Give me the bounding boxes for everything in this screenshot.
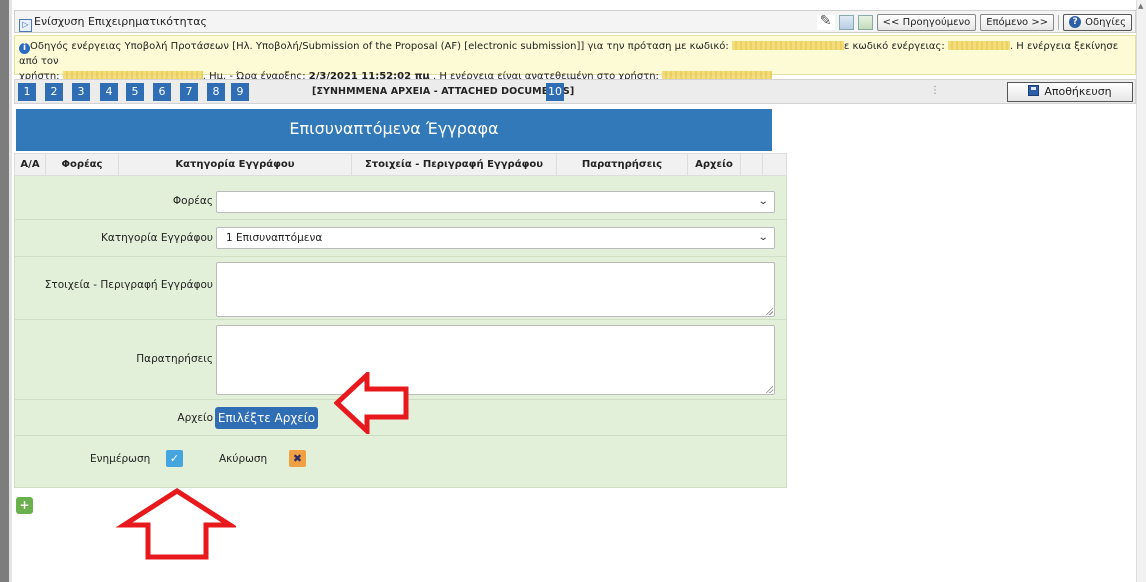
step-10[interactable]: 10: [546, 83, 564, 101]
step-9[interactable]: 9: [231, 83, 249, 101]
save-button-label: Αποθήκευση: [1044, 85, 1112, 98]
toolbar: ✎ << Προηγούμενο Επόμενο >> ? Οδηγίες: [816, 13, 1132, 31]
row-divider: [15, 319, 786, 320]
foreas-label: Φορέας: [172, 195, 213, 207]
notes-label: Παρατηρήσεις: [136, 353, 213, 365]
choose-file-button[interactable]: Επιλέξτε Αρχείο: [215, 407, 318, 429]
description-textarea[interactable]: [216, 262, 775, 317]
row-divider: [15, 256, 786, 257]
update-label: Ενημέρωση: [90, 453, 151, 465]
column-header-description: Στοιχεία - Περιγραφή Εγγράφου: [352, 154, 557, 175]
step-bar-divider: ⋮: [930, 85, 940, 96]
app-icon: ▷: [19, 19, 32, 32]
scroll-up-arrow-icon[interactable]: ▲: [1138, 2, 1143, 10]
column-header-file: Αρχείο: [688, 154, 741, 175]
window-title-text: Ενίσχυση Επιχειρηματικότητας: [34, 15, 207, 28]
step-navigation: 1 2 3 4 5 6 7 8 9 [ΣΥΝΗΜΜΕΝΑ ΑΡΧΕΙΑ - AT…: [14, 79, 1136, 104]
step-2[interactable]: 2: [45, 83, 63, 101]
notes-textarea[interactable]: [216, 325, 775, 395]
red-arrow-left-annotation: [334, 372, 409, 434]
info-icon: i: [19, 43, 30, 54]
edit-check-icon: ✓: [169, 452, 180, 465]
info-text-1: Οδηγός ενέργειας Υποβολή Προτάσεων [Ηλ. …: [30, 41, 729, 52]
vertical-scrollbar[interactable]: ▲: [1136, 0, 1146, 582]
resize-handle-icon[interactable]: [765, 385, 773, 393]
save-button[interactable]: Αποθήκευση: [1007, 82, 1133, 102]
close-icon: ✖: [292, 452, 303, 465]
plus-circle-icon: +: [19, 498, 30, 512]
step-5[interactable]: 5: [126, 83, 144, 101]
red-arrow-up-annotation: [116, 488, 236, 560]
foreas-select[interactable]: ⌄: [216, 191, 775, 213]
notepad-icon[interactable]: ✎: [816, 14, 835, 30]
left-frame-gutter: [9, 0, 12, 582]
info-text-2: ε κωδικό ενέργειας:: [843, 41, 945, 52]
cancel-button[interactable]: ✖: [289, 450, 306, 467]
description-label: Στοιχεία - Περιγραφή Εγγράφου: [44, 279, 213, 291]
help-button-label: Οδηγίες: [1085, 16, 1126, 28]
column-header-aa: Α/Α: [15, 154, 46, 175]
info-bar: i Οδηγός ενέργειας Υποβολή Προτάσεων [Ηλ.…: [14, 35, 1136, 82]
row-divider: [15, 219, 786, 220]
category-select-value: 1 Επισυναπτόμενα: [226, 232, 323, 244]
cancel-label: Ακύρωση: [219, 453, 268, 465]
row-divider: [15, 435, 786, 436]
toolbar-divider: [1058, 14, 1060, 30]
step-8[interactable]: 8: [207, 83, 225, 101]
chevron-down-icon: ⌄: [757, 232, 769, 243]
previous-button[interactable]: << Προηγούμενο: [876, 13, 977, 31]
column-header-foreas: Φορέας: [46, 154, 119, 175]
step-4[interactable]: 4: [100, 83, 118, 101]
redacted-action-code: [947, 41, 1010, 50]
window-title: ▷ Ενίσχυση Επιχειρηματικότητας: [19, 15, 207, 32]
step-6[interactable]: 6: [153, 83, 171, 101]
table-view-icon[interactable]: [838, 14, 854, 30]
floppy-disk-icon: [1028, 85, 1040, 96]
window-title-bar: ▷ Ενίσχυση Επιχειρηματικότητας ✎ << Προηγ…: [14, 10, 1136, 33]
left-frame-border: [0, 0, 9, 582]
next-button[interactable]: Επόμενο >>: [980, 13, 1055, 31]
step-3[interactable]: 3: [72, 83, 90, 101]
chevron-down-icon: ⌄: [757, 196, 769, 207]
step-7[interactable]: 7: [180, 83, 198, 101]
redacted-proposal-code: [731, 41, 844, 50]
add-document-button[interactable]: +: [16, 497, 33, 514]
panel-title: Επισυναπτόμενα Έγγραφα: [16, 109, 772, 151]
current-step-title: [ΣΥΝΗΜΜΕΝΑ ΑΡΧΕΙΑ - ATTACHED DOCUMENTS]: [312, 86, 575, 97]
help-question-icon: ?: [1069, 16, 1082, 28]
file-label: Αρχείο: [177, 412, 213, 424]
category-select[interactable]: 1 Επισυναπτόμενα ⌄: [216, 227, 775, 249]
category-label: Κατηγορία Εγγράφου: [101, 232, 213, 244]
resize-handle-icon[interactable]: [765, 307, 773, 315]
image-view-icon[interactable]: [857, 14, 873, 30]
table-header: Α/Α Φορέας Κατηγορία Εγγράφου Στοιχεία -…: [14, 153, 787, 176]
column-header-notes: Παρατηρήσεις: [557, 154, 688, 175]
step-1[interactable]: 1: [18, 83, 36, 101]
help-button[interactable]: ? Οδηγίες: [1063, 13, 1132, 31]
column-header-category: Κατηγορία Εγγράφου: [119, 154, 352, 175]
column-header-empty: [741, 154, 763, 175]
document-edit-form: Φορέας ⌄ Κατηγορία Εγγράφου 1 Επισυναπτό…: [14, 176, 787, 488]
update-button[interactable]: ✓: [166, 450, 183, 467]
